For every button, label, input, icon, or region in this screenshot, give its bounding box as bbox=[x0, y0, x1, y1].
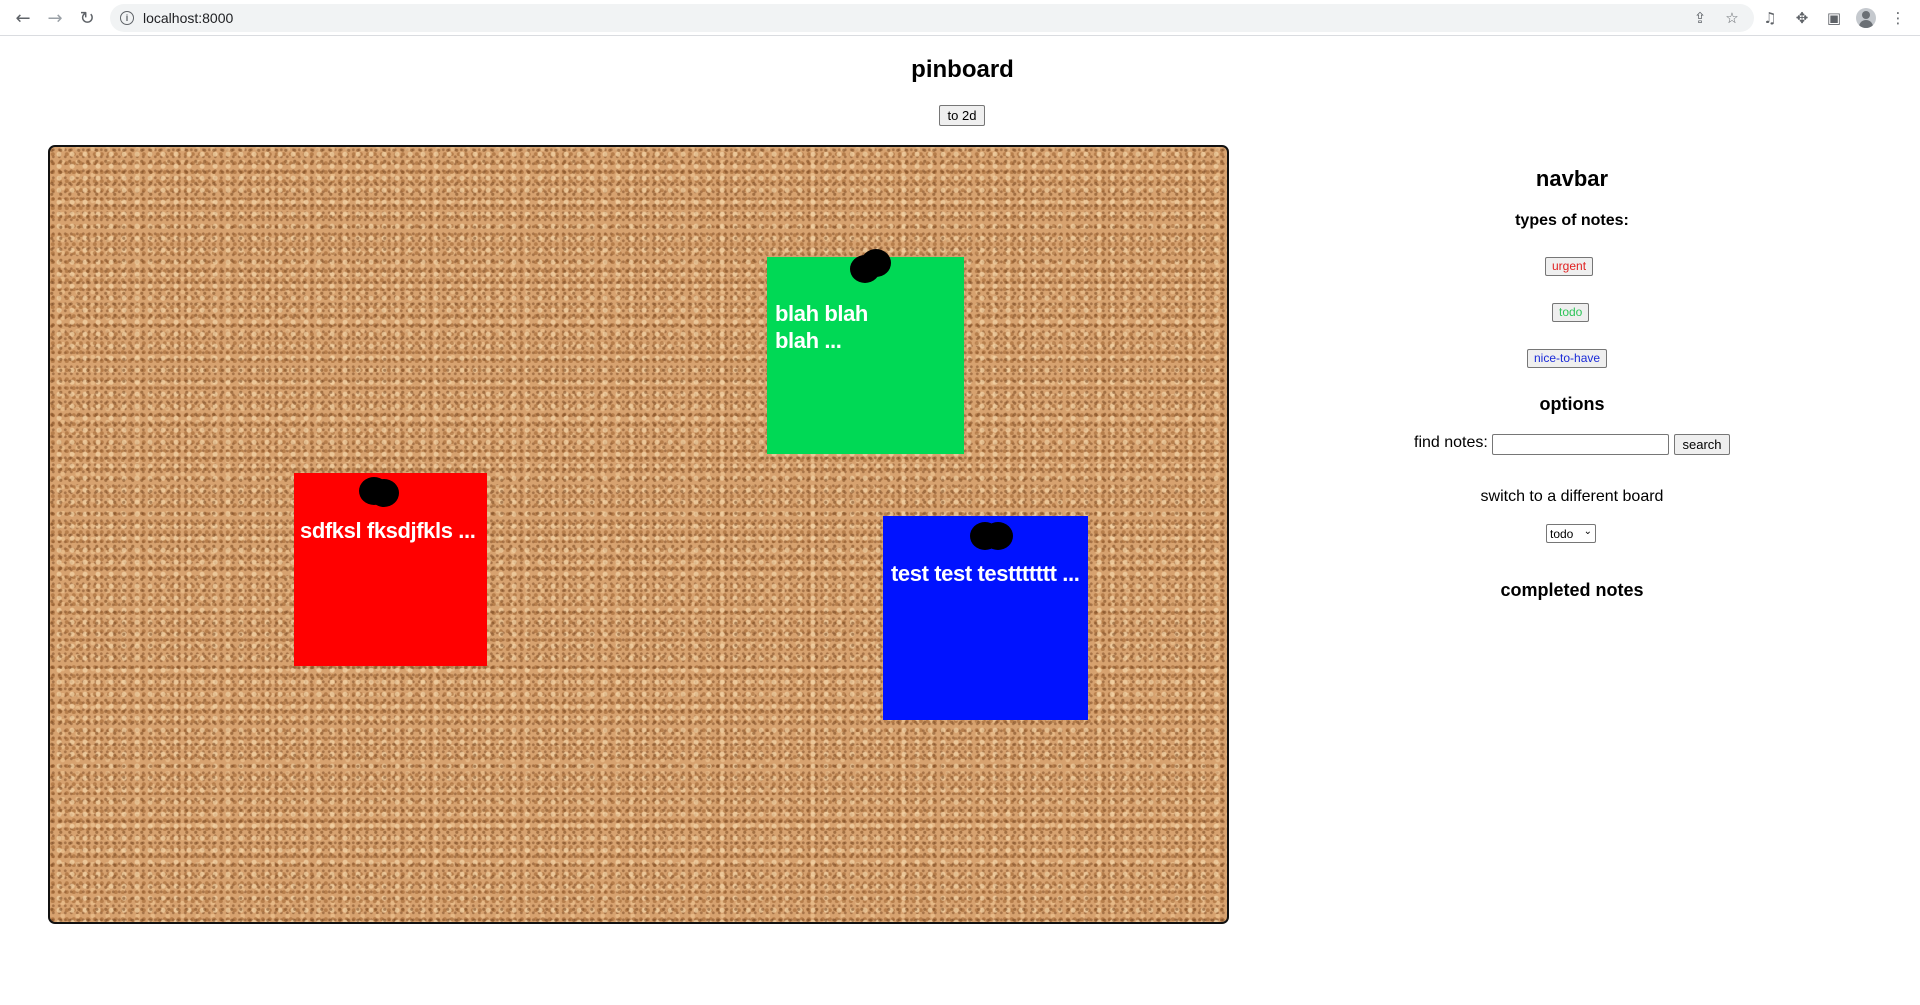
page-title: pinboard bbox=[911, 56, 1014, 83]
navbar-title: navbar bbox=[1535, 166, 1609, 191]
switch-board-label: switch to a different board bbox=[1480, 488, 1664, 505]
back-arrow-icon[interactable]: ← bbox=[11, 6, 35, 30]
toggle-view-button[interactable]: to 2d bbox=[939, 105, 985, 126]
filter-urgent-button[interactable]: urgent bbox=[1545, 257, 1594, 276]
note-text-line: blah blah bbox=[775, 301, 868, 326]
board-select-value: todo bbox=[1550, 526, 1574, 541]
browser-toolbar: ← → ↻ i localhost:8000 ⇪ ☆ ♫ ✥ ▣ ⋮ bbox=[0, 0, 1920, 36]
note-text: test test testtttttt ... bbox=[891, 561, 1080, 586]
note-text-line: blah ... bbox=[775, 328, 842, 353]
note-text: sdfksl fksdjfkls ... bbox=[300, 518, 476, 543]
address-bar[interactable]: i localhost:8000 ⇪ ☆ bbox=[110, 4, 1754, 32]
find-notes-label: find notes: bbox=[1414, 434, 1488, 451]
filter-nice-to-have-button[interactable]: nice-to-have bbox=[1527, 349, 1608, 368]
note-urgent[interactable]: sdfksl fksdjfkls ... bbox=[294, 473, 487, 666]
note-text: blah blah blah ... bbox=[775, 300, 868, 354]
pin-icon bbox=[369, 479, 399, 507]
profile-icon[interactable] bbox=[1854, 6, 1878, 30]
filter-todo-button[interactable]: todo bbox=[1552, 303, 1590, 322]
search-button[interactable]: search bbox=[1674, 434, 1730, 455]
info-icon[interactable]: i bbox=[120, 11, 134, 25]
board-select[interactable]: todo ⌄ bbox=[1546, 524, 1596, 543]
find-notes-input[interactable] bbox=[1492, 434, 1669, 455]
pin-icon bbox=[861, 249, 891, 277]
completed-notes-heading: completed notes bbox=[1500, 580, 1644, 600]
chevron-down-icon: ⌄ bbox=[1583, 526, 1592, 537]
extensions-icon[interactable]: ✥ bbox=[1790, 6, 1814, 30]
share-icon[interactable]: ⇪ bbox=[1690, 8, 1710, 28]
pin-icon bbox=[983, 522, 1013, 550]
types-heading: types of notes: bbox=[1515, 212, 1629, 229]
side-panel-icon[interactable]: ▣ bbox=[1822, 6, 1846, 30]
url-text[interactable]: localhost:8000 bbox=[143, 10, 233, 26]
media-icon[interactable]: ♫ bbox=[1758, 6, 1782, 30]
forward-arrow-icon[interactable]: → bbox=[43, 6, 67, 30]
menu-icon[interactable]: ⋮ bbox=[1886, 6, 1910, 30]
reload-icon[interactable]: ↻ bbox=[75, 6, 99, 30]
note-nice-to-have[interactable]: test test testtttttt ... bbox=[883, 516, 1088, 720]
star-icon[interactable]: ☆ bbox=[1722, 8, 1742, 28]
options-heading: options bbox=[1539, 394, 1605, 414]
note-todo[interactable]: blah blah blah ... bbox=[767, 249, 964, 454]
avatar bbox=[1856, 8, 1876, 28]
